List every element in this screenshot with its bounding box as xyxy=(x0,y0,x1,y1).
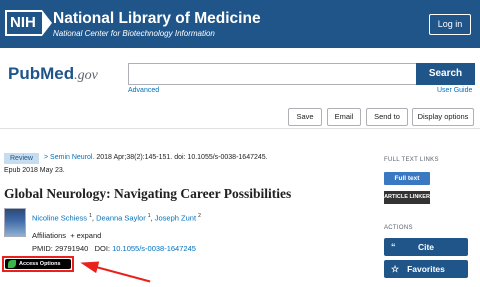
save-button[interactable]: Save xyxy=(288,108,322,126)
author-link[interactable]: Deanna Saylor xyxy=(96,214,146,223)
author-affiliation-ref[interactable]: 1 xyxy=(89,213,92,219)
user-guide-link[interactable]: User Guide xyxy=(437,87,472,94)
nih-logo[interactable]: NIH xyxy=(5,10,52,36)
citation-line: > Semin Neurol. 2018 Apr;38(2):145-151. … xyxy=(44,154,268,161)
author-affiliation-ref[interactable]: 2 xyxy=(198,213,201,219)
display-options-button[interactable]: Display options xyxy=(412,108,474,126)
author-link[interactable]: Joseph Zunt xyxy=(155,214,196,223)
toolbar-divider xyxy=(0,128,480,129)
identifiers-row: PMID: 29791940 DOI: 10.1055/s-0038-16472… xyxy=(32,244,196,253)
author-affiliation-ref[interactable]: 1 xyxy=(148,213,151,219)
nlm-title[interactable]: National Library of Medicine xyxy=(53,10,261,28)
affiliations-label: Affiliations xyxy=(32,231,67,240)
nlm-subtitle: National Center for Biotechnology Inform… xyxy=(53,29,215,38)
full-text-link[interactable]: Full text xyxy=(384,172,430,185)
pubmed-logo-pub: Pub xyxy=(8,64,41,83)
cite-button[interactable]: “Cite xyxy=(384,238,468,256)
favorites-button[interactable]: ☆ Favorites xyxy=(384,260,468,278)
annotation-arrow xyxy=(95,266,151,283)
pubmed-logo-med: Med xyxy=(40,64,75,83)
doi-link[interactable]: 10.1055/s-0038-1647245 xyxy=(112,244,196,253)
author-list: Nicoline Schiess 1, Deanna Saylor 1, Jos… xyxy=(32,213,201,223)
pubmed-logo-gov: .gov xyxy=(74,68,98,83)
journal-cover-thumbnail[interactable] xyxy=(4,208,26,237)
email-button[interactable]: Email xyxy=(327,108,361,126)
send-to-button[interactable]: Send to xyxy=(366,108,408,126)
full-text-links-heading: FULL TEXT LINKS xyxy=(384,157,439,163)
login-button[interactable]: Log in xyxy=(429,14,471,35)
pmid-value: 29791940 xyxy=(54,244,89,253)
expand-affiliations-button[interactable]: + expand xyxy=(70,231,101,240)
favorites-label: Favorites xyxy=(407,264,445,274)
epub-date: Epub 2018 May 23. xyxy=(4,167,65,174)
citation-details: 2018 Apr;38(2):145-151. doi: 10.1055/s-0… xyxy=(96,154,268,161)
affiliations-row: Affiliations + expand xyxy=(32,231,101,240)
journal-link[interactable]: > Semin Neurol. xyxy=(44,154,94,161)
article-title: Global Neurology: Navigating Career Poss… xyxy=(4,186,292,201)
cite-label: Cite xyxy=(417,242,435,252)
doi-label: DOI: xyxy=(94,244,110,253)
article-linker-link[interactable]: ARTICLE LINKER xyxy=(384,191,430,204)
nih-header: NIH National Library of Medicine Nationa… xyxy=(0,0,480,48)
pmid-label: PMID: xyxy=(32,244,53,253)
search-button[interactable]: Search xyxy=(416,63,475,85)
pubmed-logo[interactable]: PubMed.gov xyxy=(8,64,98,84)
author-link[interactable]: Nicoline Schiess xyxy=(32,214,87,223)
search-input[interactable] xyxy=(128,63,416,85)
annotation-highlight-box xyxy=(2,256,74,272)
publication-type-badge[interactable]: Review xyxy=(4,153,39,164)
advanced-link[interactable]: Advanced xyxy=(128,87,159,94)
annotation-arrow-head xyxy=(78,256,100,274)
actions-heading: ACTIONS xyxy=(384,225,413,231)
